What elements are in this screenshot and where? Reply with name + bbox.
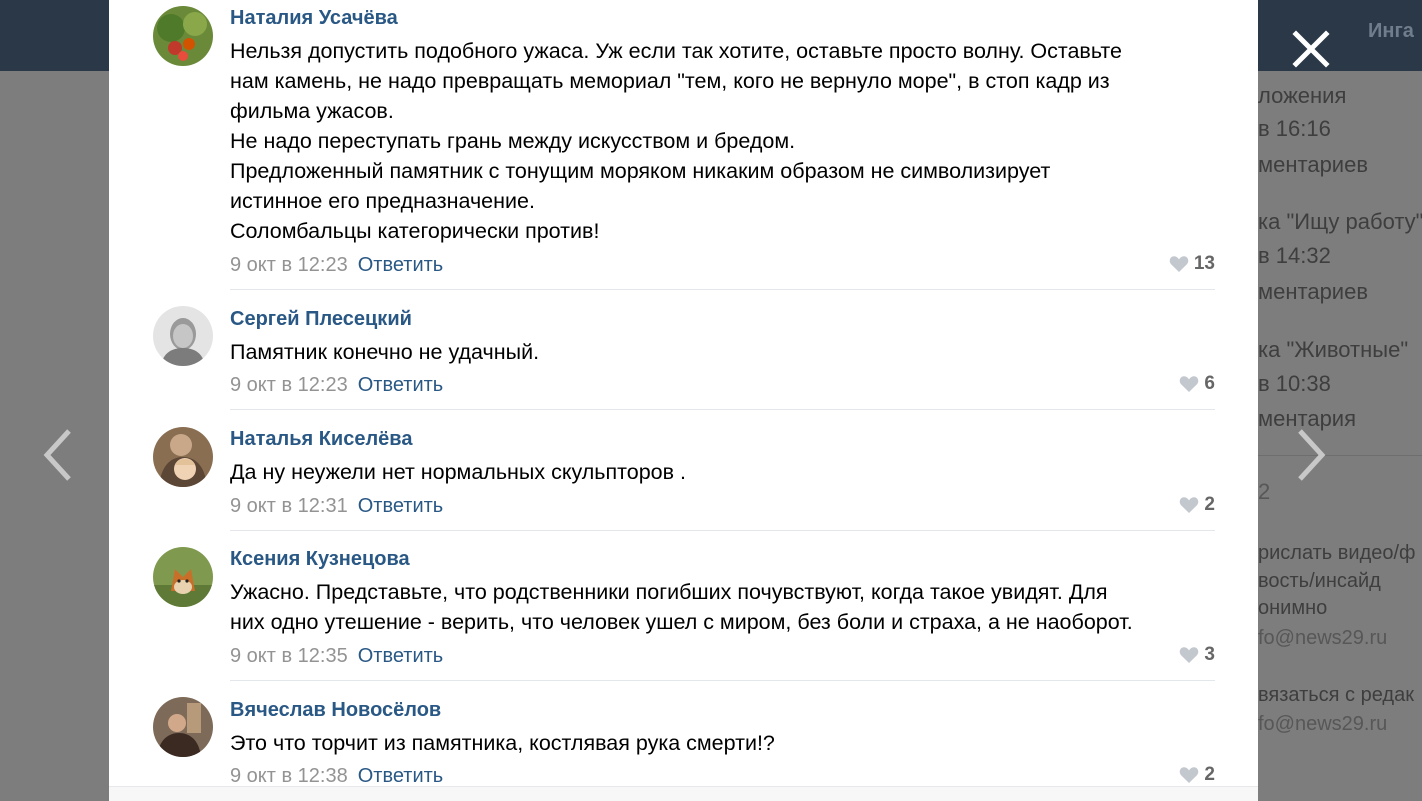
reply-link[interactable]: Ответить (358, 645, 444, 667)
avatar[interactable] (153, 427, 213, 487)
like-button[interactable]: 3 (1179, 644, 1215, 666)
comment-text: Это что торчит из памятника, костлявая р… (230, 731, 775, 755)
avatar[interactable] (153, 6, 213, 66)
comment-date[interactable]: 9 окт в 12:23 (230, 254, 348, 276)
like-count: 2 (1204, 764, 1215, 785)
reply-link[interactable]: Ответить (358, 254, 444, 276)
comment-date[interactable]: 9 окт в 12:23 (230, 374, 348, 396)
like-count: 3 (1204, 644, 1215, 665)
comment-date[interactable]: 9 окт в 12:35 (230, 645, 348, 667)
heart-icon (1180, 647, 1199, 663)
reply-link[interactable]: Ответить (358, 765, 444, 787)
comments-panel: Наталия Усачёва Нельзя допустить подобно… (109, 0, 1258, 801)
comment-text: Нельзя допустить подобного ужаса. Уж есл… (230, 39, 1122, 63)
comment-text: истинное его предназначение. (230, 189, 535, 213)
comment-author[interactable]: Сергей Плесецкий (230, 308, 412, 331)
background-sidebar-text: ментариев (1258, 279, 1369, 304)
comment-text: Памятник конечно не удачный. (230, 340, 540, 364)
avatar[interactable] (153, 306, 213, 366)
comment-author[interactable]: Наталия Усачёва (230, 7, 398, 30)
background-sidebar-text: 2 (1258, 479, 1271, 504)
background-sidebar-text: fo@news29.ru (1258, 713, 1388, 735)
comment-meta: 9 окт в 12:23 Ответить (230, 254, 443, 277)
comment-text: них одно утешение - верить, что человек … (230, 610, 1133, 634)
comment-meta: 9 окт в 12:35 Ответить (230, 645, 443, 668)
background-sidebar-text: рислать видео/ф (1258, 542, 1416, 564)
comment-text: Да ну неужели нет нормальных скульпторов… (230, 460, 686, 484)
heart-icon (1169, 256, 1189, 272)
like-count: 2 (1204, 494, 1215, 515)
close-icon (1292, 30, 1330, 68)
chevron-left-icon (43, 429, 71, 481)
previous-button[interactable] (35, 425, 79, 485)
like-button[interactable]: 6 (1179, 373, 1215, 395)
background-sidebar-text: онимно (1258, 597, 1328, 619)
comment-meta: 9 окт в 12:31 Ответить (230, 495, 443, 518)
background-sidebar-text: в 10:38 (1258, 371, 1331, 396)
comment-text: Не надо переступать грань между искусств… (230, 129, 796, 153)
background-sidebar-text: в 14:32 (1258, 243, 1331, 268)
comment-divider (230, 530, 1215, 531)
comment-text: нам камень, не надо превращать мемориал … (230, 69, 1110, 93)
comment-divider (230, 289, 1215, 290)
background-sidebar-text: ка "Животные" (1258, 337, 1409, 362)
comment-date[interactable]: 9 окт в 12:38 (230, 765, 348, 787)
comment-text: Предложенный памятник с тонущим моряком … (230, 159, 1051, 183)
like-button[interactable]: 2 (1179, 494, 1215, 516)
comment-date[interactable]: 9 окт в 12:31 (230, 495, 348, 517)
background-divider (1258, 455, 1422, 456)
comment-text: фильма ужасов. (230, 99, 394, 123)
background-user-name: Инга (1368, 20, 1414, 42)
next-button[interactable] (1290, 425, 1334, 485)
background-sidebar-text: вость/инсайд (1258, 570, 1381, 592)
avatar[interactable] (153, 697, 213, 757)
comment-text: Соломбальцы категорически против! (230, 219, 600, 243)
comment-text: Ужасно. Представьте, что родственники по… (230, 580, 1108, 604)
comment-divider (230, 680, 1215, 681)
like-count: 13 (1193, 253, 1215, 274)
avatar[interactable] (153, 547, 213, 607)
comment-meta: 9 окт в 12:23 Ответить (230, 374, 443, 397)
like-button[interactable]: 2 (1179, 764, 1215, 786)
comments-footer (109, 786, 1258, 801)
background-sidebar-text: ложения (1258, 83, 1347, 108)
reply-link[interactable]: Ответить (358, 495, 444, 517)
comment-author[interactable]: Ксения Кузнецова (230, 548, 410, 571)
comment-meta: 9 окт в 12:38 Ответить (230, 765, 443, 788)
background-sidebar-text: ка "Ищу работу" (1258, 209, 1422, 234)
close-button[interactable] (1290, 28, 1332, 70)
like-button[interactable]: 13 (1169, 253, 1215, 275)
like-count: 6 (1204, 373, 1215, 394)
background-sidebar-text: fo@news29.ru (1258, 627, 1388, 649)
heart-icon (1180, 767, 1199, 783)
background-sidebar-text: в 16:16 (1258, 116, 1331, 141)
comment-author[interactable]: Вячеслав Новосёлов (230, 699, 441, 722)
background-sidebar-text: вязаться с редак (1258, 684, 1414, 706)
chevron-right-icon (1298, 429, 1326, 481)
reply-link[interactable]: Ответить (358, 374, 444, 396)
background-sidebar-text: ментариев (1258, 152, 1369, 177)
comment-divider (230, 409, 1215, 410)
heart-icon (1180, 497, 1199, 513)
heart-icon (1180, 376, 1199, 392)
comment-author[interactable]: Наталья Киселёва (230, 428, 412, 451)
